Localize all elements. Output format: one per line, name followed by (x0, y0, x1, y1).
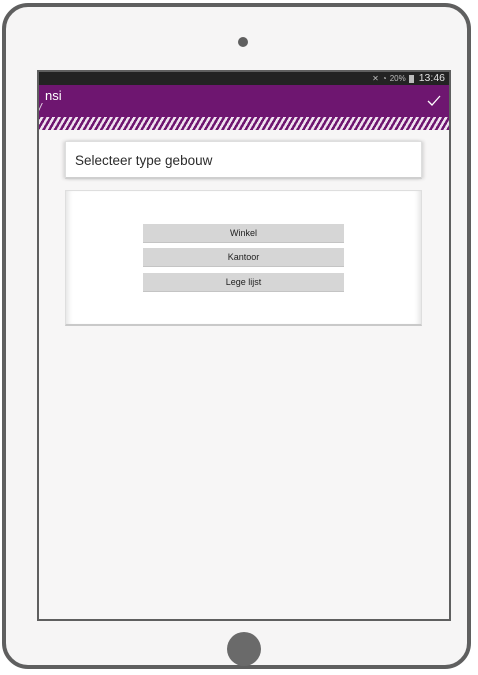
home-button[interactable] (227, 632, 261, 666)
striped-divider (39, 117, 449, 130)
status-bar: ✕ ◔ 20% 13:46 (39, 72, 449, 85)
clock: 13:46 (418, 72, 445, 84)
building-type-header: Selecteer type gebouw (65, 141, 422, 179)
mute-icon: ✕ (372, 74, 379, 83)
battery-percent: 20% (389, 74, 406, 83)
status-icons: ✕ ◔ 20% 13:46 (372, 72, 445, 85)
back-icon[interactable] (39, 103, 49, 115)
checkmark-icon (427, 95, 441, 106)
option-winkel-button[interactable]: Winkel (143, 224, 344, 243)
action-bar: nsi (39, 85, 449, 117)
tablet-frame: ✕ ◔ 20% 13:46 nsi Selecteer type gebouw … (2, 3, 471, 669)
option-lege-lijst-button[interactable]: Lege lijst (143, 273, 344, 292)
app-title: nsi (45, 88, 62, 103)
battery-icon (408, 74, 414, 83)
page-title: Selecteer type gebouw (75, 153, 213, 168)
option-kantoor-button[interactable]: Kantoor (143, 248, 344, 267)
device-screen: ✕ ◔ 20% 13:46 nsi Selecteer type gebouw … (37, 70, 451, 621)
wifi-icon: ◔ (381, 74, 387, 83)
building-type-options: Winkel Kantoor Lege lijst (65, 190, 422, 326)
confirm-button[interactable] (423, 89, 445, 111)
camera-dot (238, 37, 248, 47)
